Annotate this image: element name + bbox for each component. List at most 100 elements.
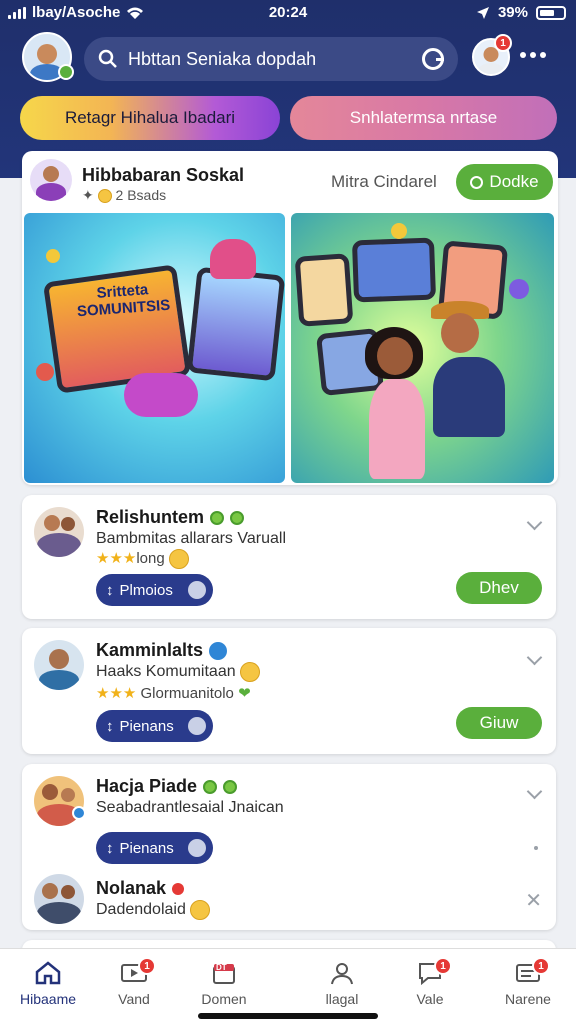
photo-frame <box>351 237 437 303</box>
decor-bubble <box>36 363 54 381</box>
toggle-icon <box>188 839 206 857</box>
tablet-illustration-2 <box>186 266 285 382</box>
tab-label: Domen <box>201 991 247 1007</box>
post-description: Haaks Komumitaan <box>96 662 261 682</box>
more-menu-icon[interactable] <box>520 52 546 58</box>
post-title-text: Kamminlalts <box>96 640 204 660</box>
post-avatar[interactable] <box>34 640 84 690</box>
post-title-text: Hacja Piade <box>96 776 198 796</box>
decor-bubble <box>391 223 407 239</box>
home-indicator <box>198 1013 378 1019</box>
post-description: Seabadrantlesaial Jnaican <box>96 799 284 816</box>
search-bar[interactable]: Hbttan Seniaka dopdah <box>84 37 458 81</box>
photo-frame <box>294 253 354 327</box>
online-badge-icon <box>72 806 86 820</box>
tab-label: Vale <box>416 991 444 1007</box>
chevron-down-icon[interactable] <box>526 514 543 531</box>
smile-icon <box>168 549 189 570</box>
tab-label: Hibaame <box>19 991 77 1007</box>
post-title: Relishuntem <box>96 507 245 528</box>
notification-dot-icon <box>172 882 185 895</box>
search-icon <box>98 49 117 68</box>
toggle-icon <box>188 581 206 599</box>
home-icon <box>35 961 61 985</box>
tab-menu[interactable]: Narene 1 <box>480 957 576 1017</box>
post-action-button[interactable]: Giuw <box>456 707 542 739</box>
post-meta: ★★★ Glormuanitolo ❤ <box>96 684 251 702</box>
featured-avatar[interactable] <box>30 159 72 201</box>
post-action-button[interactable]: Dhev <box>456 572 542 604</box>
post-title: Kamminlalts <box>96 640 228 661</box>
tab-badge: 1 <box>434 957 452 975</box>
tag-icon: ↕ <box>106 581 114 599</box>
blue-badge-icon <box>209 641 228 660</box>
heart-icon: ❤ <box>238 685 251 702</box>
status-bar: lbay/Asoche 20:24 39% <box>0 0 576 28</box>
featured-post-card: Hibbabaran Soskal ✦ 2 Bsads Mitra Cindar… <box>22 151 558 485</box>
post-description-text: Haaks Komumitaan <box>96 663 236 681</box>
gamepad-icon <box>124 373 198 417</box>
follow-icon <box>470 175 484 189</box>
verified-icon <box>230 510 245 525</box>
verified-icon <box>223 779 238 794</box>
tag-label: Pienans <box>119 717 174 735</box>
verified-icon <box>203 779 218 794</box>
post-avatar[interactable] <box>34 507 84 557</box>
smile-icon <box>240 662 261 682</box>
chevron-down-icon[interactable] <box>526 649 543 666</box>
tab-profile[interactable]: llagal <box>294 957 390 1017</box>
post-tag-pill[interactable]: ↕ Pienans <box>96 710 213 742</box>
post-card[interactable]: Hacja Piade Seabadrantlesaial Jnaican ↕ P… <box>22 764 556 930</box>
follow-label: Dodke <box>489 172 539 191</box>
tab-home[interactable]: Hibaame <box>0 957 96 1017</box>
tab-badge: DT <box>216 963 227 972</box>
featured-name: Hibbabaran Soskal <box>82 165 245 185</box>
refresh-icon[interactable] <box>422 48 444 70</box>
tab-label: llagal <box>325 991 359 1007</box>
star-rating-icon: ★★★ <box>96 685 137 702</box>
featured-subtitle-text: 2 Bsads <box>115 187 167 203</box>
post-avatar[interactable] <box>34 874 84 924</box>
close-icon[interactable]: ✕ <box>525 888 542 913</box>
tab-video[interactable]: Vand 1 <box>86 957 182 1017</box>
post-card[interactable]: Kamminlalts Haaks Komumitaan ★★★ Glormua… <box>22 628 556 754</box>
chevron-down-icon[interactable] <box>526 783 543 800</box>
post-meta-text: Glormuanitolo <box>140 685 234 702</box>
post-tag-pill[interactable]: ↕ Pienans <box>96 832 213 864</box>
featured-subtitle: ✦ 2 Bsads <box>82 187 167 204</box>
notification-badge: 1 <box>494 34 512 52</box>
post-description-text: Dadendolaid <box>96 901 186 919</box>
follow-button[interactable]: Dodke <box>456 164 553 200</box>
decor-bubble <box>509 279 529 299</box>
filter-pill-primary[interactable]: Retagr Hihalua Ibadari <box>20 96 280 140</box>
tab-chat[interactable]: Vale 1 <box>382 957 478 1017</box>
verified-icon <box>210 510 225 525</box>
location-icon <box>476 6 489 19</box>
smile-icon <box>190 900 211 920</box>
post-card[interactable]: Relishuntem Bambmitas allarars Varuall ★… <box>22 495 556 619</box>
post-title-text: Relishuntem <box>96 507 205 527</box>
featured-middle-label: Mitra Cindarel <box>331 172 437 191</box>
tab-badge: 1 <box>532 957 550 975</box>
tag-label: Plmoios <box>119 581 173 599</box>
filter-pill-secondary[interactable]: Snhlatermsa nrtase <box>290 96 557 140</box>
online-badge-icon <box>58 64 74 80</box>
post-title: Hacja Piade <box>96 776 238 797</box>
toggle-icon <box>188 717 206 735</box>
decor-bubble <box>46 249 60 263</box>
post-description: Dadendolaid <box>96 900 211 920</box>
tab-label: Vand <box>118 991 150 1007</box>
post-meta-text: long <box>136 550 165 567</box>
heart-icon <box>210 239 256 279</box>
tab-market[interactable]: Domen DT <box>176 957 272 1017</box>
featured-image-left[interactable]: Sritteta SOMUNITSIS <box>24 213 285 483</box>
post-tag-pill[interactable]: ↕ Plmoios <box>96 574 213 606</box>
tab-label: Narene <box>505 991 551 1007</box>
tag-label: Pienans <box>119 839 174 857</box>
featured-image-right[interactable] <box>291 213 554 483</box>
tag-icon: ↕ <box>106 839 114 857</box>
smile-icon <box>97 189 112 204</box>
post-title-text: Nolanak <box>96 878 167 898</box>
tab-badge: 1 <box>138 957 156 975</box>
dot-indicator <box>534 846 538 850</box>
